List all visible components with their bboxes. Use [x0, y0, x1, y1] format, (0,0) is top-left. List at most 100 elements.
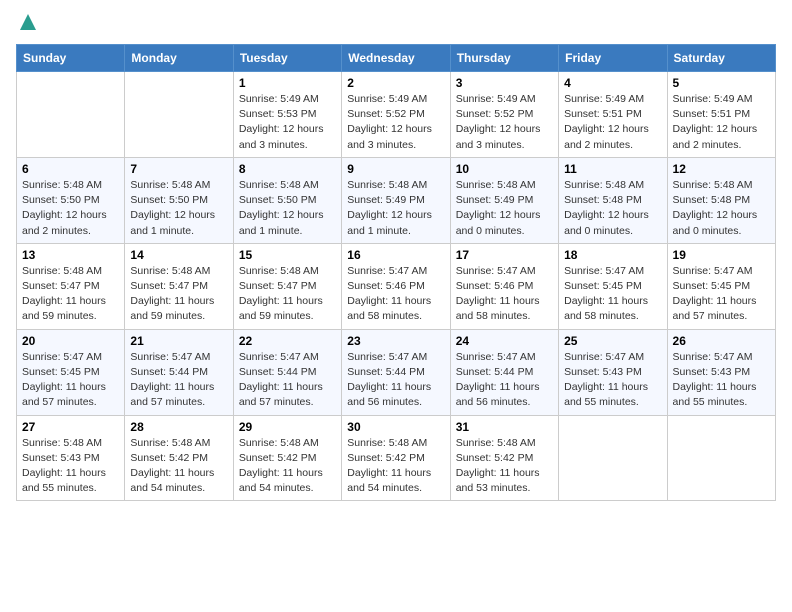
calendar-week-row: 13 Sunrise: 5:48 AM Sunset: 5:47 PM Dayli… — [17, 243, 776, 329]
day-number: 19 — [673, 248, 770, 262]
calendar-week-row: 1 Sunrise: 5:49 AM Sunset: 5:53 PM Daylig… — [17, 72, 776, 158]
day-number: 31 — [456, 420, 553, 434]
weekday-header: Tuesday — [233, 45, 341, 72]
calendar-cell: 31 Sunrise: 5:48 AM Sunset: 5:42 PM Dayli… — [450, 415, 558, 501]
day-info: Sunrise: 5:49 AM Sunset: 5:52 PM Dayligh… — [456, 92, 553, 153]
calendar-cell: 18 Sunrise: 5:47 AM Sunset: 5:45 PM Dayli… — [559, 243, 667, 329]
calendar-cell: 10 Sunrise: 5:48 AM Sunset: 5:49 PM Dayli… — [450, 157, 558, 243]
calendar-cell: 2 Sunrise: 5:49 AM Sunset: 5:52 PM Daylig… — [342, 72, 450, 158]
calendar-cell: 20 Sunrise: 5:47 AM Sunset: 5:45 PM Dayli… — [17, 329, 125, 415]
day-info: Sunrise: 5:48 AM Sunset: 5:49 PM Dayligh… — [347, 178, 444, 239]
calendar-cell: 6 Sunrise: 5:48 AM Sunset: 5:50 PM Daylig… — [17, 157, 125, 243]
day-info: Sunrise: 5:47 AM Sunset: 5:44 PM Dayligh… — [456, 350, 553, 411]
calendar-cell: 19 Sunrise: 5:47 AM Sunset: 5:45 PM Dayli… — [667, 243, 775, 329]
day-number: 10 — [456, 162, 553, 176]
day-info: Sunrise: 5:48 AM Sunset: 5:50 PM Dayligh… — [239, 178, 336, 239]
day-info: Sunrise: 5:48 AM Sunset: 5:49 PM Dayligh… — [456, 178, 553, 239]
day-number: 8 — [239, 162, 336, 176]
day-number: 5 — [673, 76, 770, 90]
weekday-header: Saturday — [667, 45, 775, 72]
calendar-week-row: 27 Sunrise: 5:48 AM Sunset: 5:43 PM Dayli… — [17, 415, 776, 501]
calendar-cell: 30 Sunrise: 5:48 AM Sunset: 5:42 PM Dayli… — [342, 415, 450, 501]
day-number: 1 — [239, 76, 336, 90]
day-info: Sunrise: 5:48 AM Sunset: 5:42 PM Dayligh… — [347, 436, 444, 497]
calendar-week-row: 6 Sunrise: 5:48 AM Sunset: 5:50 PM Daylig… — [17, 157, 776, 243]
logo — [16, 16, 38, 32]
calendar-cell: 21Sunrise: 5:47 AM Sunset: 5:44 PM Dayli… — [125, 329, 233, 415]
day-info: Sunrise: 5:47 AM Sunset: 5:44 PM Dayligh… — [239, 350, 336, 411]
day-info: Sunrise: 5:48 AM Sunset: 5:42 PM Dayligh… — [239, 436, 336, 497]
calendar-cell — [125, 72, 233, 158]
day-number: 12 — [673, 162, 770, 176]
page-header — [16, 16, 776, 32]
weekday-header: Monday — [125, 45, 233, 72]
day-info: Sunrise: 5:49 AM Sunset: 5:51 PM Dayligh… — [673, 92, 770, 153]
day-info: Sunrise: 5:48 AM Sunset: 5:47 PM Dayligh… — [130, 264, 227, 325]
calendar-cell: 1 Sunrise: 5:49 AM Sunset: 5:53 PM Daylig… — [233, 72, 341, 158]
calendar-cell: 16 Sunrise: 5:47 AM Sunset: 5:46 PM Dayli… — [342, 243, 450, 329]
logo-icon — [18, 12, 38, 32]
day-number: 6 — [22, 162, 119, 176]
logo-text — [16, 16, 38, 32]
weekday-header: Sunday — [17, 45, 125, 72]
day-number: 7 — [130, 162, 227, 176]
calendar-cell — [667, 415, 775, 501]
calendar-cell: 14 Sunrise: 5:48 AM Sunset: 5:47 PM Dayli… — [125, 243, 233, 329]
day-number: 14 — [130, 248, 227, 262]
day-info: Sunrise: 5:49 AM Sunset: 5:51 PM Dayligh… — [564, 92, 661, 153]
calendar-cell: 24Sunrise: 5:47 AM Sunset: 5:44 PM Dayli… — [450, 329, 558, 415]
day-info: Sunrise: 5:48 AM Sunset: 5:48 PM Dayligh… — [564, 178, 661, 239]
calendar-cell: 7 Sunrise: 5:48 AM Sunset: 5:50 PM Daylig… — [125, 157, 233, 243]
calendar-cell: 12 Sunrise: 5:48 AM Sunset: 5:48 PM Dayli… — [667, 157, 775, 243]
calendar-cell: 23 Sunrise: 5:47 AM Sunset: 5:44 PM Dayli… — [342, 329, 450, 415]
day-number: 25 — [564, 334, 661, 348]
calendar-header-row: SundayMondayTuesdayWednesdayThursdayFrid… — [17, 45, 776, 72]
day-number: 27 — [22, 420, 119, 434]
day-number: 22 — [239, 334, 336, 348]
weekday-header: Friday — [559, 45, 667, 72]
day-number: 4 — [564, 76, 661, 90]
day-number: 16 — [347, 248, 444, 262]
day-number: 28 — [130, 420, 227, 434]
day-info: Sunrise: 5:48 AM Sunset: 5:50 PM Dayligh… — [22, 178, 119, 239]
day-info: Sunrise: 5:49 AM Sunset: 5:52 PM Dayligh… — [347, 92, 444, 153]
day-number: 3 — [456, 76, 553, 90]
day-number: 13 — [22, 248, 119, 262]
day-number: 9 — [347, 162, 444, 176]
calendar-cell — [559, 415, 667, 501]
day-info: Sunrise: 5:47 AM Sunset: 5:46 PM Dayligh… — [456, 264, 553, 325]
day-info: Sunrise: 5:48 AM Sunset: 5:50 PM Dayligh… — [130, 178, 227, 239]
calendar-cell: 22 Sunrise: 5:47 AM Sunset: 5:44 PM Dayli… — [233, 329, 341, 415]
day-number: 17 — [456, 248, 553, 262]
day-number: 23 — [347, 334, 444, 348]
calendar-cell: 13Sunrise: 5:48 AM Sunset: 5:47 PM Dayli… — [17, 243, 125, 329]
day-info: Sunrise: 5:47 AM Sunset: 5:43 PM Dayligh… — [673, 350, 770, 411]
calendar-cell: 5 Sunrise: 5:49 AM Sunset: 5:51 PM Daylig… — [667, 72, 775, 158]
day-number: 20 — [22, 334, 119, 348]
day-info: Sunrise: 5:47 AM Sunset: 5:45 PM Dayligh… — [564, 264, 661, 325]
calendar-cell: 15Sunrise: 5:48 AM Sunset: 5:47 PM Dayli… — [233, 243, 341, 329]
day-number: 2 — [347, 76, 444, 90]
day-info: Sunrise: 5:49 AM Sunset: 5:53 PM Dayligh… — [239, 92, 336, 153]
day-number: 30 — [347, 420, 444, 434]
day-info: Sunrise: 5:47 AM Sunset: 5:45 PM Dayligh… — [22, 350, 119, 411]
calendar-cell — [17, 72, 125, 158]
day-info: Sunrise: 5:48 AM Sunset: 5:42 PM Dayligh… — [130, 436, 227, 497]
calendar-cell: 17 Sunrise: 5:47 AM Sunset: 5:46 PM Dayli… — [450, 243, 558, 329]
calendar-cell: 4 Sunrise: 5:49 AM Sunset: 5:51 PM Daylig… — [559, 72, 667, 158]
day-info: Sunrise: 5:48 AM Sunset: 5:48 PM Dayligh… — [673, 178, 770, 239]
day-info: Sunrise: 5:47 AM Sunset: 5:44 PM Dayligh… — [130, 350, 227, 411]
day-info: Sunrise: 5:47 AM Sunset: 5:45 PM Dayligh… — [673, 264, 770, 325]
day-number: 26 — [673, 334, 770, 348]
calendar-cell: 27 Sunrise: 5:48 AM Sunset: 5:43 PM Dayli… — [17, 415, 125, 501]
day-info: Sunrise: 5:48 AM Sunset: 5:42 PM Dayligh… — [456, 436, 553, 497]
calendar-table: SundayMondayTuesdayWednesdayThursdayFrid… — [16, 44, 776, 501]
day-info: Sunrise: 5:48 AM Sunset: 5:43 PM Dayligh… — [22, 436, 119, 497]
day-number: 29 — [239, 420, 336, 434]
day-info: Sunrise: 5:47 AM Sunset: 5:44 PM Dayligh… — [347, 350, 444, 411]
day-number: 18 — [564, 248, 661, 262]
day-info: Sunrise: 5:47 AM Sunset: 5:43 PM Dayligh… — [564, 350, 661, 411]
calendar-cell: 3 Sunrise: 5:49 AM Sunset: 5:52 PM Daylig… — [450, 72, 558, 158]
weekday-header: Thursday — [450, 45, 558, 72]
day-info: Sunrise: 5:47 AM Sunset: 5:46 PM Dayligh… — [347, 264, 444, 325]
